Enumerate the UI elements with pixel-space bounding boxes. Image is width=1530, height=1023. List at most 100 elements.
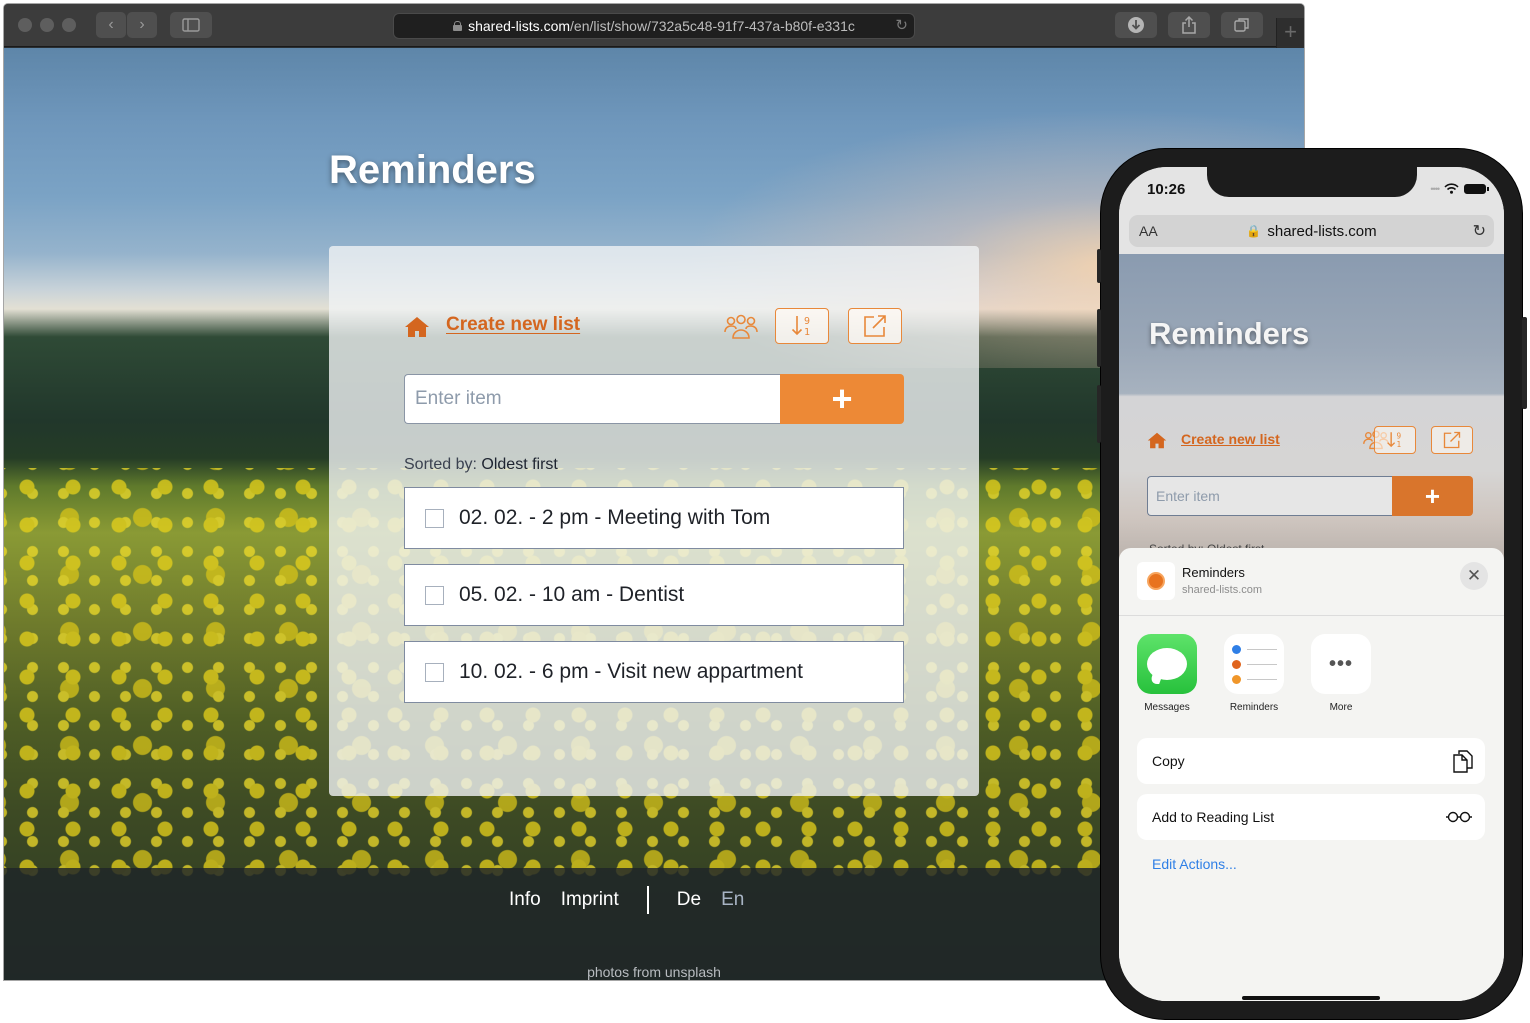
reminders-icon — [1224, 634, 1284, 694]
address-bar[interactable]: shared-lists.com/en/list/show/732a5c48-9… — [393, 13, 915, 39]
home-indicator[interactable] — [1242, 996, 1380, 1000]
share-sheet-title: Reminders — [1182, 565, 1245, 580]
phone-device: 10:26 •••• AA 🔒 shared-lists.com ↻ Remin… — [1097, 149, 1527, 1019]
chevron-left-icon: ‹ — [108, 16, 114, 33]
share-app-more[interactable]: ••• More — [1311, 634, 1371, 713]
text-size-button[interactable]: AA — [1139, 223, 1158, 239]
reminder-list: 02. 02. - 2 pm - Meeting with Tom 05. 02… — [404, 487, 904, 718]
plus-icon: + — [1284, 19, 1297, 44]
share-sheet-header: Reminders shared-lists.com ✕ — [1119, 548, 1504, 616]
create-new-list-link[interactable]: Create new list — [446, 314, 580, 336]
external-link-icon — [864, 315, 886, 337]
share-app-reminders[interactable]: Reminders — [1224, 634, 1284, 713]
item-checkbox[interactable] — [425, 585, 444, 605]
footer-link-info[interactable]: Info — [509, 889, 541, 911]
share-action-reading-list[interactable]: Add to Reading List — [1137, 794, 1485, 840]
sorted-value: Oldest first — [481, 456, 558, 473]
item-text: 05. 02. - 10 am - Dentist — [459, 583, 685, 606]
tabs-overview-icon — [1234, 18, 1249, 32]
sort-status: Sorted by: Oldest first — [404, 456, 558, 474]
share-app-row: Messages Reminders ••• More — [1137, 634, 1371, 713]
home-icon[interactable] — [404, 316, 430, 338]
edit-actions-link[interactable]: Edit Actions... — [1152, 856, 1237, 872]
svg-text:9: 9 — [804, 316, 810, 327]
mobile-create-new-list-link[interactable]: Create new list — [1181, 431, 1280, 447]
close-share-sheet-button[interactable]: ✕ — [1460, 562, 1488, 590]
language-en[interactable]: En — [721, 889, 744, 911]
sorted-label: Sorted by: — [404, 456, 477, 473]
mobile-url: shared-lists.com — [1267, 222, 1377, 240]
list-item[interactable]: 10. 02. - 6 pm - Visit new appartment — [404, 641, 904, 703]
external-link-icon — [1443, 431, 1461, 449]
downloads-button[interactable] — [1115, 12, 1157, 38]
reload-icon[interactable]: ↻ — [895, 16, 908, 34]
sort-descending-icon: 9 1 — [1387, 431, 1402, 449]
sort-button[interactable]: 9 1 — [775, 308, 829, 344]
url-path: /en/list/show/732a5c48-91f7-437a-b80f-e3… — [570, 18, 855, 34]
phone-screen: 10:26 •••• AA 🔒 shared-lists.com ↻ Remin… — [1119, 167, 1504, 1001]
mute-switch — [1097, 249, 1101, 283]
share-app-label: More — [1329, 702, 1353, 713]
share-app-messages[interactable]: Messages — [1137, 634, 1197, 713]
users-icon[interactable] — [724, 314, 758, 340]
add-item-button[interactable]: + — [780, 374, 904, 424]
signal-icon: •••• — [1430, 183, 1440, 194]
sidebar-icon — [182, 18, 200, 32]
messages-icon — [1137, 634, 1197, 694]
action-label: Add to Reading List — [1152, 809, 1275, 825]
close-window-button[interactable] — [18, 18, 32, 32]
item-checkbox[interactable] — [425, 662, 444, 682]
battery-icon — [1464, 183, 1489, 194]
mobile-address-bar[interactable]: AA 🔒 shared-lists.com ↻ — [1129, 215, 1494, 247]
reload-icon[interactable]: ↻ — [1473, 221, 1486, 241]
minimize-window-button[interactable] — [40, 18, 54, 32]
svg-text:9: 9 — [1397, 431, 1402, 440]
status-icons: •••• — [1430, 183, 1489, 194]
wifi-icon — [1444, 183, 1459, 194]
forward-button[interactable]: › — [127, 12, 157, 38]
share-action-copy[interactable]: Copy — [1137, 738, 1485, 784]
list-toolbar: Create new list 9 1 — [404, 306, 904, 346]
mobile-web-page: Reminders Create new list 9 1 Enter item… — [1119, 254, 1504, 564]
item-checkbox[interactable] — [425, 508, 444, 528]
svg-text:1: 1 — [1397, 440, 1402, 449]
close-icon: ✕ — [1466, 566, 1482, 585]
share-app-label: Reminders — [1229, 702, 1279, 713]
footer-link-imprint[interactable]: Imprint — [561, 889, 619, 911]
volume-down-button — [1097, 385, 1101, 443]
browser-titlebar: ‹ › shared-lists.com/en/list/show/732a5c… — [4, 4, 1304, 48]
new-tab-button[interactable]: + — [1276, 18, 1304, 48]
mobile-add-item-button[interactable]: + — [1392, 476, 1473, 516]
mobile-address-area: AA 🔒 shared-lists.com ↻ — [1119, 215, 1504, 255]
mobile-list-toolbar: Create new list 9 1 — [1147, 426, 1477, 456]
share-button[interactable] — [1168, 12, 1210, 38]
action-label: Copy — [1152, 753, 1185, 769]
footer-nav: Info Imprint De En — [509, 886, 764, 914]
share-icon — [1182, 16, 1196, 34]
list-item[interactable]: 02. 02. - 2 pm - Meeting with Tom — [404, 487, 904, 549]
tab-overview-button[interactable] — [1221, 12, 1263, 38]
list-item[interactable]: 05. 02. - 10 am - Dentist — [404, 564, 904, 626]
copy-icon — [1453, 750, 1473, 773]
mobile-add-item-form: + — [1147, 476, 1473, 516]
notch — [1207, 167, 1417, 197]
footer-divider — [646, 886, 649, 914]
download-icon — [1128, 17, 1144, 33]
svg-text:1: 1 — [804, 327, 810, 338]
sidebar-toggle-button[interactable] — [170, 12, 212, 38]
zoom-window-button[interactable] — [62, 18, 76, 32]
language-de[interactable]: De — [677, 889, 701, 911]
open-external-button[interactable] — [848, 308, 902, 344]
more-icon: ••• — [1311, 634, 1371, 694]
mobile-item-input[interactable] — [1147, 476, 1392, 516]
chevron-right-icon: › — [139, 16, 145, 33]
back-button[interactable]: ‹ — [96, 12, 126, 38]
item-text: 02. 02. - 2 pm - Meeting with Tom — [459, 506, 771, 529]
item-input[interactable] — [404, 374, 780, 424]
sort-descending-icon: 9 1 — [791, 316, 810, 338]
sort-button[interactable]: 9 1 — [1374, 426, 1416, 454]
open-external-button[interactable] — [1431, 426, 1473, 454]
home-icon[interactable] — [1147, 432, 1167, 449]
share-sheet-subtitle: shared-lists.com — [1182, 584, 1263, 596]
share-sheet: Reminders shared-lists.com ✕ Messages Re… — [1119, 548, 1504, 1001]
